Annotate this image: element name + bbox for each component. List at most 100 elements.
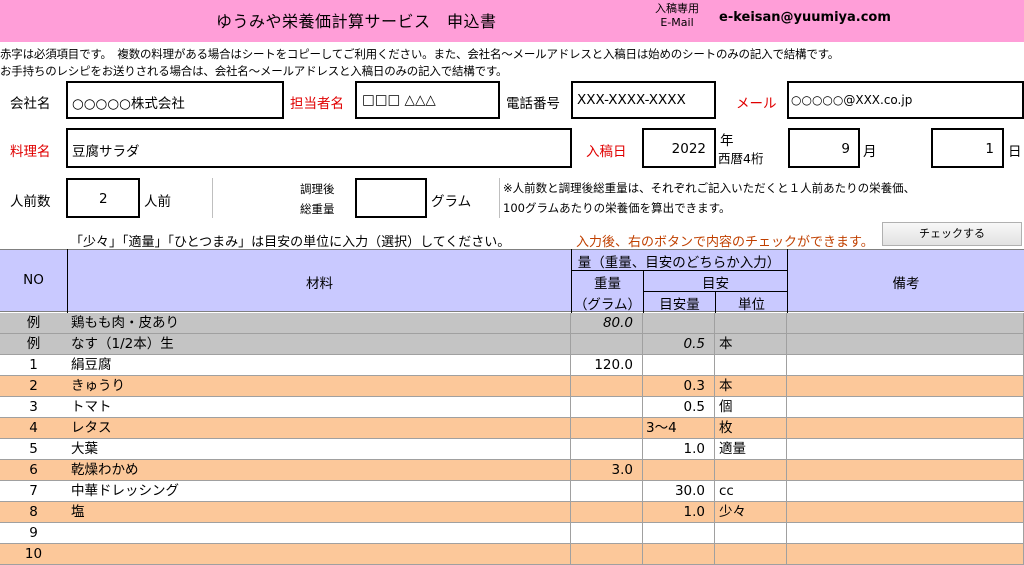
- phone-field[interactable]: XXX-XXXX-XXXX: [571, 81, 716, 119]
- col-weight-header: 重量: [594, 276, 621, 292]
- row-notes[interactable]: [788, 502, 1024, 523]
- row-guide-unit[interactable]: 少々: [716, 502, 787, 523]
- month-field[interactable]: 9: [788, 128, 860, 168]
- row-weight[interactable]: [572, 481, 643, 502]
- row-guide-unit[interactable]: [716, 523, 787, 544]
- row-material[interactable]: 乾燥わかめ: [68, 460, 571, 481]
- row-weight[interactable]: 120.0: [572, 355, 643, 376]
- row-notes[interactable]: [788, 313, 1024, 334]
- info-line-2: 100グラムあたりの栄養価を算出できます。: [503, 201, 731, 215]
- year-field[interactable]: 2022: [642, 128, 716, 168]
- row-material[interactable]: 絹豆腐: [68, 355, 571, 376]
- row-weight[interactable]: [572, 397, 643, 418]
- row-guide-amount[interactable]: 0.5: [644, 334, 715, 355]
- table-row: 1 絹豆腐 120.0: [0, 355, 1024, 376]
- company-field[interactable]: ○○○○○株式会社: [66, 81, 284, 119]
- submit-label-line2: E-Mail: [660, 16, 694, 29]
- row-weight[interactable]: [572, 334, 643, 355]
- mail-value: ○○○○○@XXX.co.jp: [791, 93, 913, 107]
- row-notes[interactable]: [788, 544, 1024, 565]
- row-guide-amount[interactable]: 3～4: [644, 418, 715, 439]
- row-weight[interactable]: 80.0: [572, 313, 643, 334]
- row-material[interactable]: 鶏もも肉・皮あり: [68, 313, 571, 334]
- row-material[interactable]: きゅうり: [68, 376, 571, 397]
- row-no: 7: [29, 483, 38, 499]
- row-notes[interactable]: [788, 355, 1024, 376]
- col-notes-header: 備考: [892, 276, 920, 292]
- info-line-1: ※人前数と調理後総重量は、それぞれご記入いただくと１人前あたりの栄養価、: [503, 181, 916, 195]
- person-field[interactable]: □□□ △△△: [355, 81, 500, 119]
- table-row: 4 レタス 3～4 枚: [0, 418, 1024, 439]
- row-material[interactable]: 大葉: [68, 439, 571, 460]
- row-notes[interactable]: [788, 418, 1024, 439]
- row-guide-unit[interactable]: 枚: [716, 418, 787, 439]
- servings-field[interactable]: 2: [66, 178, 140, 218]
- day-unit: 日: [1008, 144, 1022, 160]
- row-guide-amount[interactable]: [644, 460, 715, 481]
- row-material[interactable]: [68, 544, 571, 565]
- row-material[interactable]: なす（1/2本）生: [68, 334, 571, 355]
- day-value: 1: [985, 141, 994, 157]
- row-guide-unit[interactable]: 個: [716, 397, 787, 418]
- row-guide-amount[interactable]: 30.0: [644, 481, 715, 502]
- row-weight[interactable]: [572, 523, 643, 544]
- check-button[interactable]: チェックする: [882, 222, 1022, 246]
- row-no: 1: [29, 357, 38, 373]
- table-row: 7 中華ドレッシング 30.0 cc: [0, 481, 1024, 502]
- row-guide-unit[interactable]: 本: [716, 334, 787, 355]
- row-notes[interactable]: [788, 439, 1024, 460]
- row-no: 4: [29, 420, 38, 436]
- row-material[interactable]: レタス: [68, 418, 571, 439]
- cooked-unit: グラム: [431, 194, 472, 210]
- row-guide-unit[interactable]: [716, 460, 787, 481]
- row-guide-amount[interactable]: 1.0: [644, 439, 715, 460]
- col-amount-header: 量（重量、目安のどちらか入力）: [577, 255, 781, 271]
- servings-value: 2: [99, 191, 108, 207]
- row-guide-unit[interactable]: [716, 355, 787, 376]
- row-guide-amount[interactable]: [644, 355, 715, 376]
- row-weight[interactable]: [572, 439, 643, 460]
- row-weight[interactable]: [572, 544, 643, 565]
- cooked-label-2: 総重量: [300, 202, 335, 216]
- table-row: 5 大葉 1.0 適量: [0, 439, 1024, 460]
- row-guide-amount[interactable]: 0.3: [644, 376, 715, 397]
- row-guide-unit[interactable]: 本: [716, 376, 787, 397]
- row-material[interactable]: 中華ドレッシング: [68, 481, 571, 502]
- row-no: 5: [29, 441, 38, 457]
- mail-field[interactable]: ○○○○○@XXX.co.jp: [787, 81, 1024, 119]
- row-guide-unit[interactable]: 適量: [716, 439, 787, 460]
- cooked-weight-field[interactable]: [355, 178, 427, 218]
- row-weight[interactable]: [572, 418, 643, 439]
- row-material[interactable]: 塩: [68, 502, 571, 523]
- row-guide-amount[interactable]: [644, 523, 715, 544]
- mail-label: メール: [736, 96, 777, 112]
- submit-email[interactable]: e-keisan@yuumiya.com: [719, 10, 891, 25]
- row-guide-amount[interactable]: [644, 544, 715, 565]
- row-guide-unit[interactable]: cc: [716, 481, 787, 502]
- row-material[interactable]: [68, 523, 571, 544]
- row-notes[interactable]: [788, 397, 1024, 418]
- row-weight[interactable]: 3.0: [572, 460, 643, 481]
- table-row: 8 塩 1.0 少々: [0, 502, 1024, 523]
- company-label: 会社名: [10, 96, 51, 112]
- row-guide-amount[interactable]: [644, 313, 715, 334]
- row-guide-unit[interactable]: [716, 544, 787, 565]
- row-notes[interactable]: [788, 460, 1024, 481]
- submit-label: 入稿専用 E-Mail: [655, 2, 699, 30]
- row-no: 例: [26, 336, 41, 352]
- row-notes[interactable]: [788, 523, 1024, 544]
- row-guide-amount[interactable]: 1.0: [644, 502, 715, 523]
- row-guide-unit[interactable]: [716, 313, 787, 334]
- row-notes[interactable]: [788, 376, 1024, 397]
- dish-field[interactable]: 豆腐サラダ: [66, 128, 572, 168]
- day-field[interactable]: 1: [931, 128, 1004, 168]
- row-no: 6: [29, 462, 38, 478]
- row-weight[interactable]: [572, 376, 643, 397]
- row-weight[interactable]: [572, 502, 643, 523]
- table-row: 3 トマト 0.5 個: [0, 397, 1024, 418]
- month-value: 9: [841, 141, 850, 157]
- row-notes[interactable]: [788, 334, 1024, 355]
- row-guide-amount[interactable]: 0.5: [644, 397, 715, 418]
- row-material[interactable]: トマト: [68, 397, 571, 418]
- row-notes[interactable]: [788, 481, 1024, 502]
